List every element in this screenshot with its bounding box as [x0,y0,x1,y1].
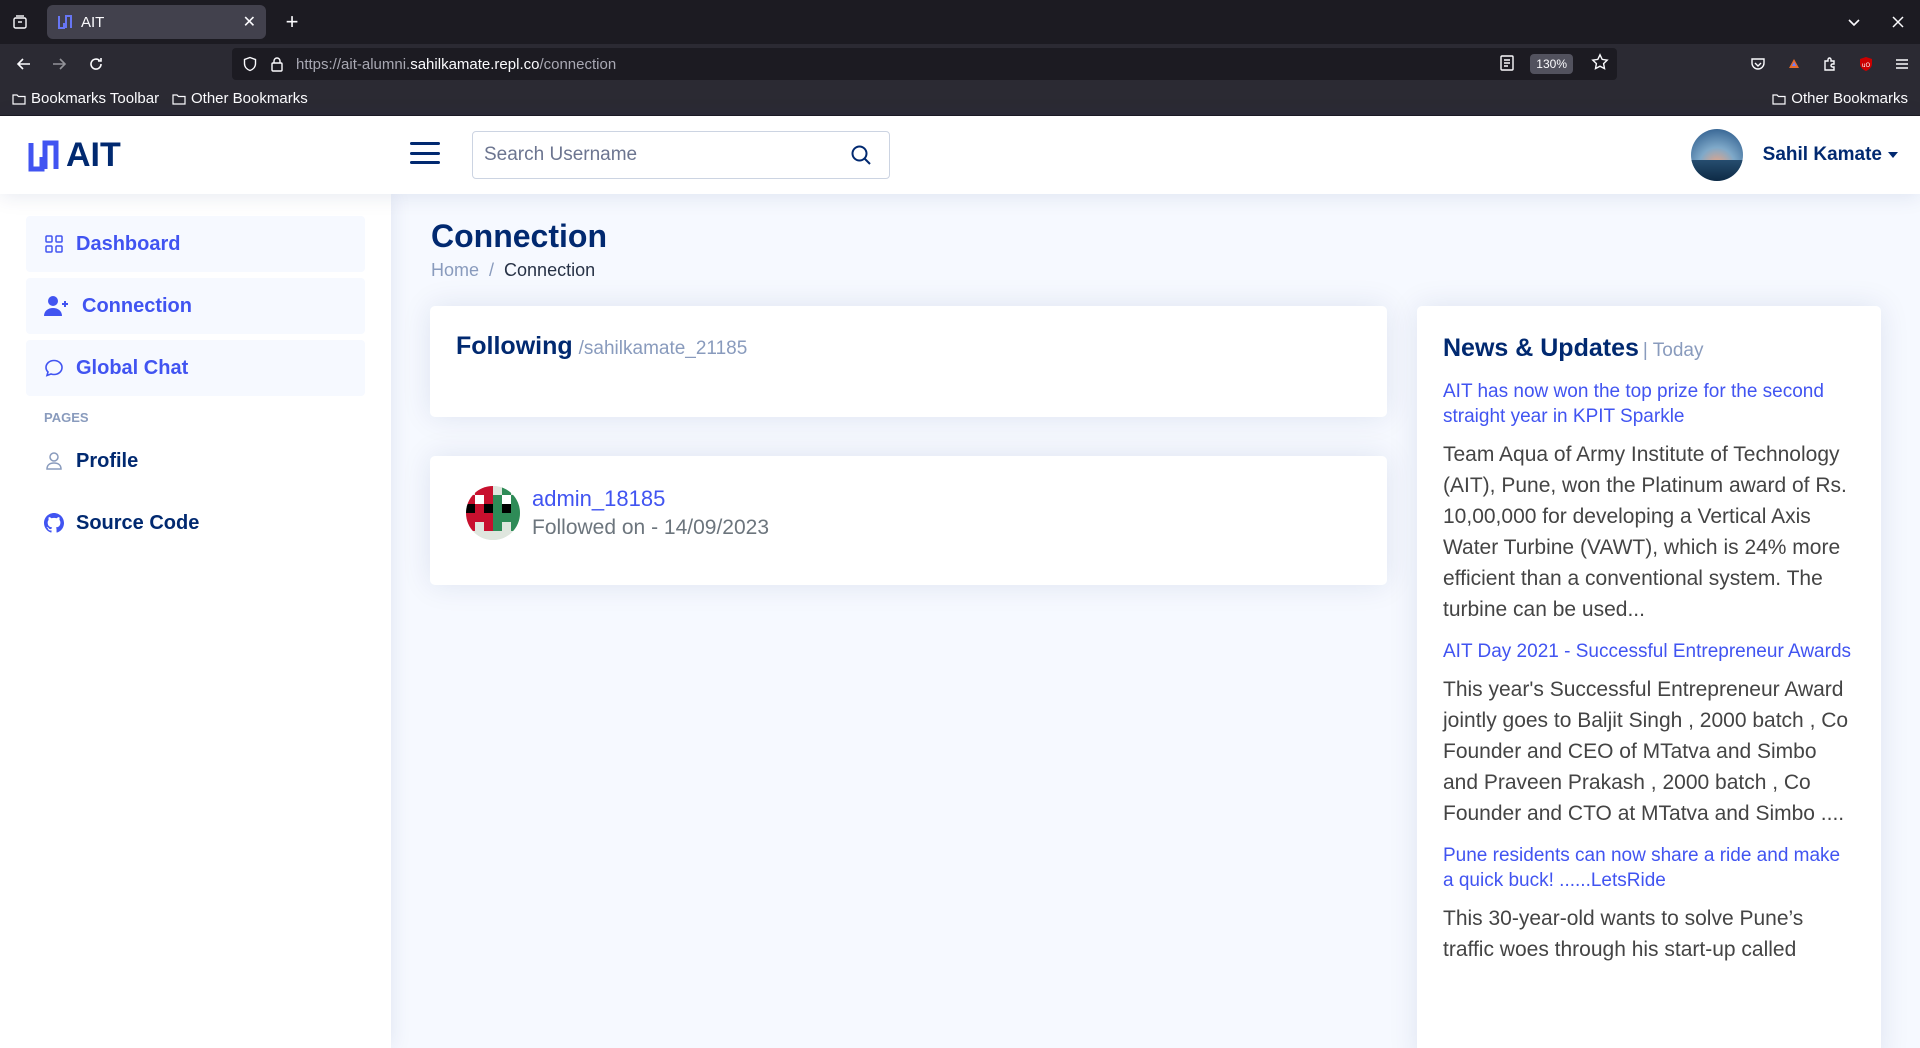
window-close-icon[interactable] [1876,0,1920,44]
new-tab-icon[interactable]: + [278,8,306,36]
ublock-icon[interactable]: uO [1848,44,1884,84]
sidebar: Dashboard Connection Global Chat PAGES P… [0,194,391,1048]
site-header: AIT Sahil Kamate [0,116,1920,194]
lock-icon[interactable] [270,56,284,72]
folder-icon [1772,93,1786,105]
ait-favicon-icon [58,15,72,29]
github-icon [44,513,64,533]
other-bookmarks-folder-left[interactable]: Other Bookmarks [172,90,308,107]
breadcrumb: Home / Connection [431,260,595,281]
news-card: News & Updates | Today AIT has now won th… [1417,306,1881,1048]
site-logo[interactable]: AIT [26,136,121,175]
app-menu-icon[interactable] [1884,44,1920,84]
zoom-level-badge[interactable]: 130% [1530,54,1573,74]
search-input[interactable] [473,132,833,178]
breadcrumb-separator: / [489,260,495,280]
forward-arrow-icon[interactable] [45,50,73,78]
main-content: Connection Home / Connection Following/s… [391,194,1920,1048]
news-item-title[interactable]: AIT Day 2021 - Successful Entrepreneur A… [1443,639,1855,664]
bookmark-star-icon[interactable] [1591,53,1609,76]
bookmarks-toolbar: Bookmarks Toolbar Other Bookmarks Other … [0,84,1920,116]
folder-icon [172,93,186,105]
reload-icon[interactable] [82,50,110,78]
breadcrumb-home[interactable]: Home [431,260,479,281]
extensions-puzzle-icon[interactable] [1812,44,1848,84]
browser-tab[interactable]: AIT ✕ [47,5,266,39]
ait-logo-icon [28,140,59,171]
chat-icon [45,359,63,377]
news-item-body: This year's Successful Entrepreneur Awar… [1443,678,1849,825]
person-plus-icon [44,296,68,316]
breadcrumb-current: Connection [504,260,596,280]
search-icon[interactable] [833,132,889,178]
news-item-body: Team Aqua of Army Institute of Technolog… [1443,443,1847,621]
browser-nav-bar: https://ait-alumni.sahilkamate.repl.co/c… [0,44,1920,84]
avatar[interactable] [1690,129,1743,181]
news-item-title[interactable]: AIT has now won the top prize for the se… [1443,379,1855,429]
address-bar[interactable]: https://ait-alumni.sahilkamate.repl.co/c… [232,48,1617,80]
following-card: Following/sahilkamate_21185 [430,306,1387,417]
connection-username-link[interactable]: admin_18185 [532,486,769,512]
close-tab-icon[interactable]: ✕ [243,12,256,32]
browser-tab-bar: AIT ✕ + [0,0,1920,44]
sidebar-item-connection[interactable]: Connection [26,278,365,334]
news-item-body: This 30-year-old wants to solve Pune’s t… [1443,907,1804,961]
web-page: AIT Sahil Kamate Dashboard Connection Gl… [0,116,1920,1048]
reader-view-icon[interactable] [1499,54,1515,77]
tracking-shield-icon[interactable] [242,56,258,72]
connection-card: admin_18185 Followed on - 14/09/2023 [430,456,1387,585]
bookmarks-toolbar-folder[interactable]: Bookmarks Toolbar [12,90,159,107]
sidebar-item-source-code[interactable]: Source Code [26,497,365,549]
sidebar-toggle-icon[interactable] [410,138,440,168]
caret-down-icon [1888,152,1898,158]
nav-heading-pages: PAGES [44,410,89,425]
news-card-title: News & Updates | Today [1443,334,1704,362]
person-icon [46,452,62,470]
other-bookmarks-folder-right[interactable]: Other Bookmarks [1772,90,1908,107]
card-title: Following/sahilkamate_21185 [456,332,748,360]
tab-list-icon[interactable] [8,10,32,34]
folder-icon [12,93,26,105]
grid-icon [45,235,63,253]
news-subtitle: | Today [1642,340,1704,361]
search-form [472,131,890,179]
followed-on-date: Followed on - 14/09/2023 [532,516,769,539]
url-text[interactable]: https://ait-alumni.sahilkamate.repl.co/c… [296,56,616,73]
pocket-icon[interactable] [1740,44,1776,84]
list-item: admin_18185 Followed on - 14/09/2023 [466,486,769,540]
following-handle: /sahilkamate_21185 [578,338,748,359]
profile-name[interactable]: Sahil Kamate [1763,144,1898,166]
extension-fox-icon[interactable] [1776,44,1812,84]
tab-overflow-chevron-icon[interactable] [1832,0,1876,44]
back-arrow-icon[interactable] [10,50,38,78]
svg-text:uO: uO [1862,62,1871,69]
sidebar-item-dashboard[interactable]: Dashboard [26,216,365,272]
news-item-title[interactable]: Pune residents can now share a ride and … [1443,843,1855,893]
page-title: Connection [431,218,607,254]
avatar[interactable] [466,486,520,540]
sidebar-item-profile[interactable]: Profile [26,435,365,487]
tab-title: AIT [81,13,105,31]
sidebar-item-global-chat[interactable]: Global Chat [26,340,365,396]
profile-dropdown[interactable]: Sahil Kamate [1690,129,1898,181]
